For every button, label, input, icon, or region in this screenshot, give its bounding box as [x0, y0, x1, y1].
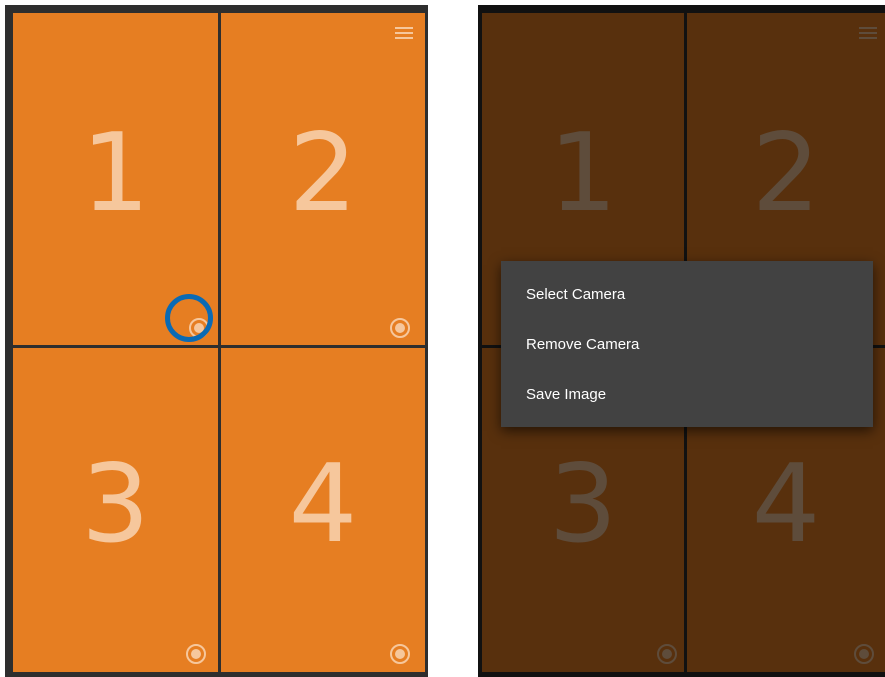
radio-dot-icon	[191, 649, 201, 659]
tile-number: 1	[81, 111, 150, 236]
radio-dot-icon	[395, 323, 405, 333]
tile-4-camera-button[interactable]	[854, 644, 874, 664]
hamburger-menu-icon[interactable]	[395, 27, 413, 40]
radio-dot-icon	[395, 649, 405, 659]
menu-item-save-image[interactable]: Save Image	[501, 373, 873, 423]
highlight-circle	[165, 294, 213, 342]
camera-tile-3[interactable]: 3	[13, 348, 218, 672]
tile-number: 2	[751, 111, 821, 236]
radio-dot-icon	[859, 649, 869, 659]
right-screen: 1 2 3 4 Select Camera Remove Camera Save…	[478, 5, 885, 677]
menu-item-remove-camera[interactable]: Remove Camera	[501, 323, 873, 373]
camera-tile-2[interactable]: 2	[221, 13, 425, 345]
tile-number: 1	[548, 111, 618, 236]
tile-2-camera-button[interactable]	[390, 318, 410, 338]
context-menu: Select Camera Remove Camera Save Image	[501, 261, 873, 427]
tile-3-camera-button[interactable]	[657, 644, 677, 664]
tile-4-camera-button[interactable]	[390, 644, 410, 664]
tile-number: 2	[288, 111, 358, 236]
menu-item-select-camera[interactable]: Select Camera	[501, 273, 873, 323]
radio-dot-icon	[662, 649, 672, 659]
tile-number: 3	[81, 442, 150, 567]
hamburger-menu-icon[interactable]	[859, 27, 877, 40]
tile-number: 4	[288, 442, 358, 567]
tile-number: 4	[751, 442, 821, 567]
left-screen: 1 2 3 4	[5, 5, 428, 677]
camera-tile-4[interactable]: 4	[221, 348, 425, 672]
tile-number: 3	[548, 442, 618, 567]
tile-3-camera-button[interactable]	[186, 644, 206, 664]
